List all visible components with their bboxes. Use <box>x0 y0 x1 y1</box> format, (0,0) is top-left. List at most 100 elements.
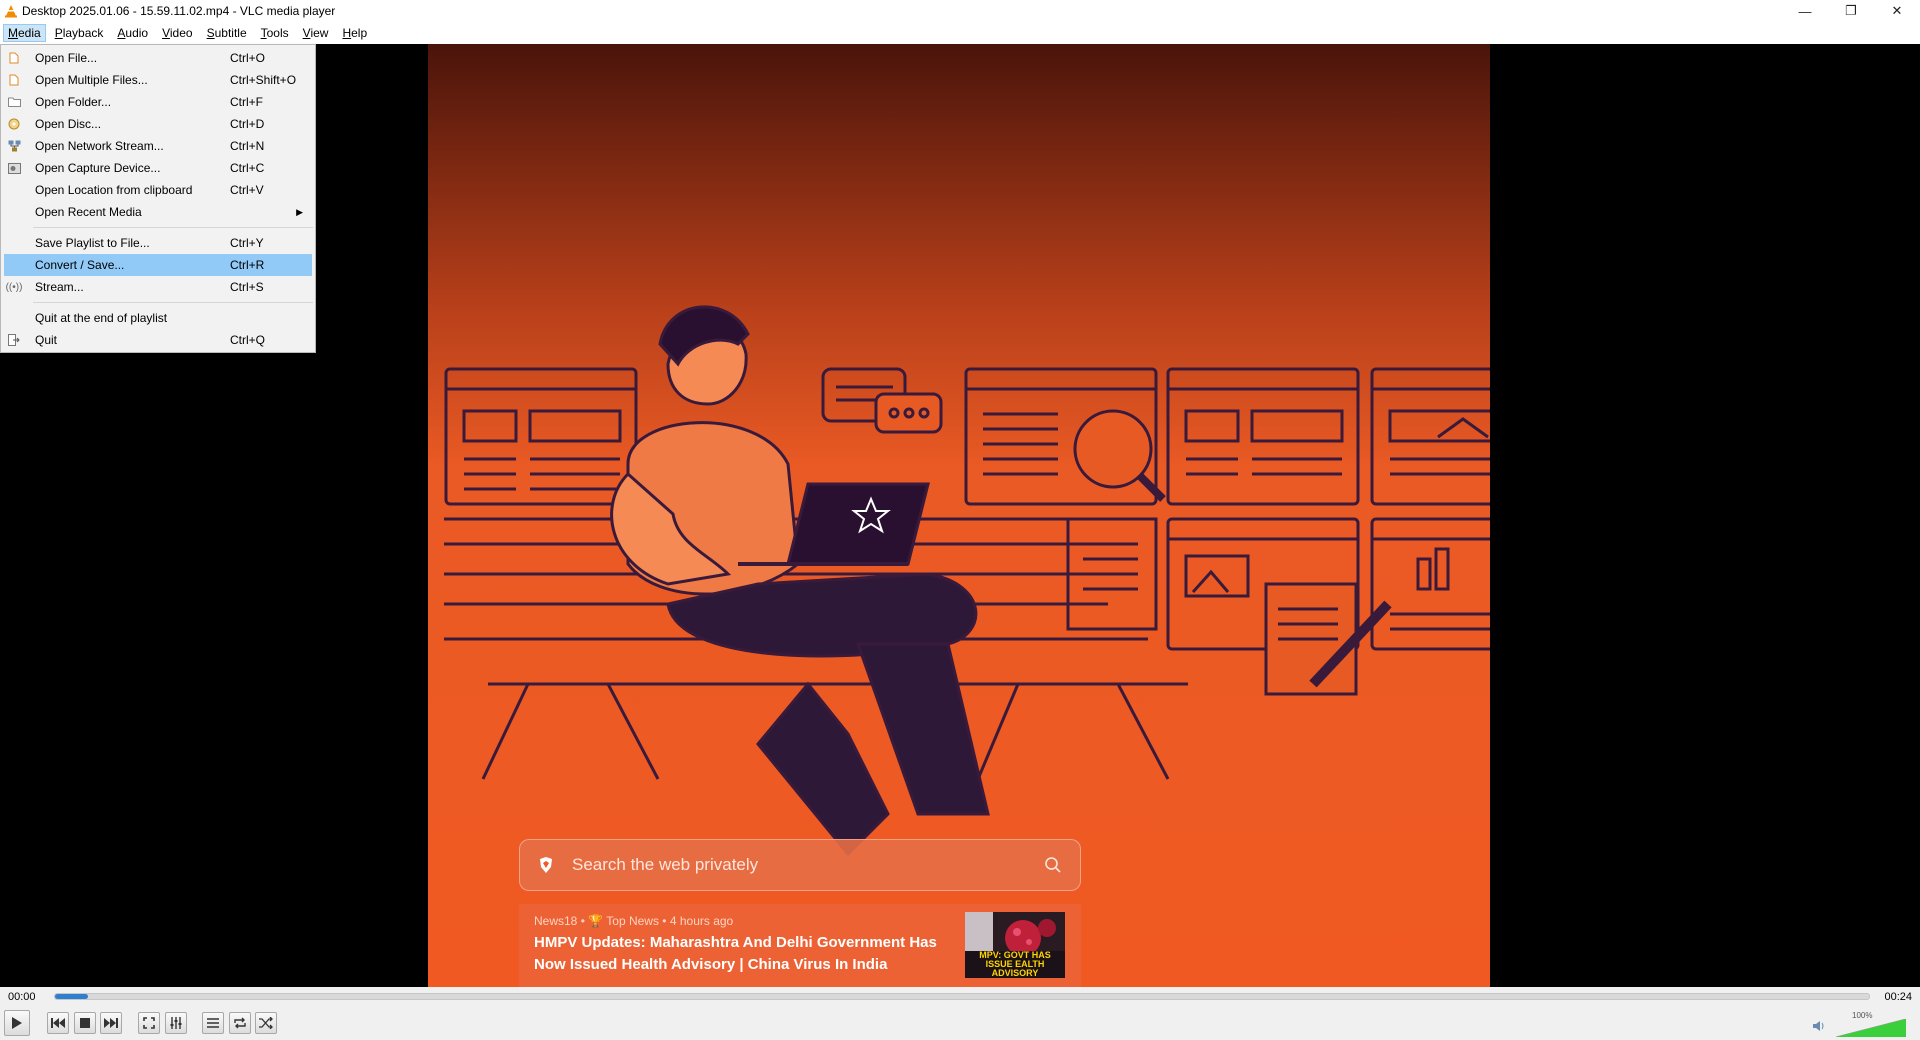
next-button[interactable] <box>100 1012 122 1034</box>
menu-convert-save[interactable]: Convert / Save... Ctrl+R <box>4 254 312 276</box>
open-network-shortcut: Ctrl+N <box>230 139 265 153</box>
network-icon <box>7 139 21 153</box>
stop-icon <box>80 1018 90 1028</box>
menu-tools-label: ools <box>266 26 289 40</box>
fullscreen-button[interactable] <box>138 1012 160 1034</box>
save-playlist-shortcut: Ctrl+Y <box>230 236 264 250</box>
menu-view[interactable]: View <box>298 24 334 42</box>
menu-video-label: ideo <box>169 26 193 40</box>
seek-slider[interactable] <box>54 993 1870 1000</box>
folder-icon <box>7 95 21 109</box>
playlist-icon <box>207 1018 219 1028</box>
video-frame: Search the web privately News18 • 🏆 Top … <box>428 44 1490 987</box>
menu-audio-label: udio <box>125 26 149 40</box>
playback-controls: 100% <box>0 1007 1920 1040</box>
previous-icon <box>51 1018 65 1028</box>
menu-open-capture-device[interactable]: Open Capture Device... Ctrl+C <box>1 157 315 179</box>
menu-playback-accel: P <box>54 26 63 40</box>
open-recent-label: Open Recent Media <box>35 205 142 219</box>
menu-video-accel: V <box>162 26 170 40</box>
open-capture-label: Open Capture Device... <box>35 161 161 175</box>
menu-open-folder[interactable]: Open Folder... Ctrl+F <box>1 91 315 113</box>
quit-shortcut: Ctrl+Q <box>230 333 266 347</box>
video-news-card: News18 • 🏆 Top News • 4 hours ago HMPV U… <box>519 904 1081 987</box>
menu-open-disc[interactable]: Open Disc... Ctrl+D <box>1 113 315 135</box>
thumbnail-caption: MPV: GOVT HAS ISSUE EALTH ADVISORY <box>965 951 1065 978</box>
seek-bar-row: 00:00 00:24 <box>0 987 1920 1007</box>
menu-media-label: edia <box>18 26 41 40</box>
menu-subtitle-label: ubtitle <box>214 26 247 40</box>
menu-open-location-clipboard[interactable]: Open Location from clipboard Ctrl+V <box>1 179 315 201</box>
stream-shortcut: Ctrl+S <box>230 280 264 294</box>
menu-open-file[interactable]: Open File... Ctrl+O <box>1 47 315 69</box>
vlc-cone-icon <box>0 0 22 22</box>
stop-button[interactable] <box>74 1012 96 1034</box>
capture-device-icon <box>7 161 21 175</box>
menu-help-label: elp <box>351 26 368 40</box>
multiple-files-icon <box>7 73 21 87</box>
open-multiple-shortcut: Ctrl+Shift+O <box>230 73 297 87</box>
speaker-icon[interactable] <box>1812 1019 1826 1033</box>
open-file-label: Open File... <box>35 51 98 65</box>
extended-settings-button[interactable] <box>165 1012 187 1034</box>
menu-audio[interactable]: Audio <box>112 24 153 42</box>
disc-icon <box>7 117 21 131</box>
convert-save-label: Convert / Save... <box>35 258 125 272</box>
volume-control[interactable]: 100% <box>1812 1011 1912 1037</box>
open-folder-label: Open Folder... <box>35 95 112 109</box>
video-search-bar: Search the web privately <box>519 839 1081 891</box>
volume-slider[interactable] <box>1836 1019 1906 1037</box>
news-title: HMPV Updates: Maharashtra And Delhi Gove… <box>534 934 937 973</box>
menu-help[interactable]: Help <box>337 24 372 42</box>
menu-save-playlist[interactable]: Save Playlist to File... Ctrl+Y <box>1 232 315 254</box>
menu-bar: Media Playback Audio Video Subtitle Tool… <box>0 22 1920 44</box>
exit-icon <box>7 333 21 347</box>
menu-separator <box>33 227 313 228</box>
open-disc-label: Open Disc... <box>35 117 102 131</box>
sliders-icon <box>170 1017 182 1029</box>
menu-stream[interactable]: ((•)) Stream... Ctrl+S <box>1 276 315 298</box>
previous-button[interactable] <box>47 1012 69 1034</box>
open-clipboard-shortcut: Ctrl+V <box>230 183 264 197</box>
save-playlist-label: Save Playlist to File... <box>35 236 150 250</box>
minimize-button[interactable]: — <box>1782 0 1828 22</box>
menu-playback-label: layback <box>62 26 104 40</box>
play-button[interactable] <box>4 1010 30 1036</box>
shuffle-icon <box>259 1017 273 1029</box>
menu-media[interactable]: Media <box>3 24 46 42</box>
playlist-button[interactable] <box>202 1012 224 1034</box>
menu-quit[interactable]: Quit Ctrl+Q <box>1 329 315 351</box>
open-capture-shortcut: Ctrl+C <box>230 161 265 175</box>
time-total: 00:24 <box>1884 991 1912 1003</box>
menu-subtitle[interactable]: Subtitle <box>202 24 252 42</box>
seek-progress <box>55 994 88 999</box>
media-menu-dropdown: Open File... Ctrl+O Open Multiple Files.… <box>0 44 316 353</box>
menu-playback[interactable]: Playback <box>50 24 109 42</box>
close-button[interactable]: ✕ <box>1874 0 1920 22</box>
next-icon <box>104 1018 118 1028</box>
quit-end-label: Quit at the end of playlist <box>35 311 168 325</box>
menu-open-multiple-files[interactable]: Open Multiple Files... Ctrl+Shift+O <box>1 69 315 91</box>
menu-view-label: iew <box>310 26 329 40</box>
menu-media-accel: M <box>8 26 18 40</box>
menu-subtitle-accel: S <box>206 26 215 40</box>
stream-icon: ((•)) <box>5 281 23 293</box>
submenu-arrow-icon: ▶ <box>296 206 303 217</box>
menu-open-recent-media[interactable]: Open Recent Media ▶ <box>1 201 315 223</box>
video-search-placeholder: Search the web privately <box>572 855 759 874</box>
loop-button[interactable] <box>229 1012 251 1034</box>
stream-label: Stream... <box>35 280 84 294</box>
open-multiple-label: Open Multiple Files... <box>35 73 148 87</box>
menu-tools[interactable]: Tools <box>256 24 294 42</box>
time-elapsed: 00:00 <box>8 991 36 1003</box>
menu-open-network-stream[interactable]: Open Network Stream... Ctrl+N <box>1 135 315 157</box>
open-file-shortcut: Ctrl+O <box>230 51 266 65</box>
menu-quit-end-of-playlist[interactable]: Quit at the end of playlist <box>1 307 315 329</box>
news-thumbnail: MPV: GOVT HAS ISSUE EALTH ADVISORY <box>965 912 1065 978</box>
maximize-button[interactable]: ❐ <box>1828 0 1874 22</box>
menu-video[interactable]: Video <box>157 24 197 42</box>
shuffle-button[interactable] <box>255 1012 277 1034</box>
quit-label: Quit <box>35 333 58 347</box>
fullscreen-icon <box>143 1017 155 1029</box>
play-icon <box>12 1017 22 1029</box>
